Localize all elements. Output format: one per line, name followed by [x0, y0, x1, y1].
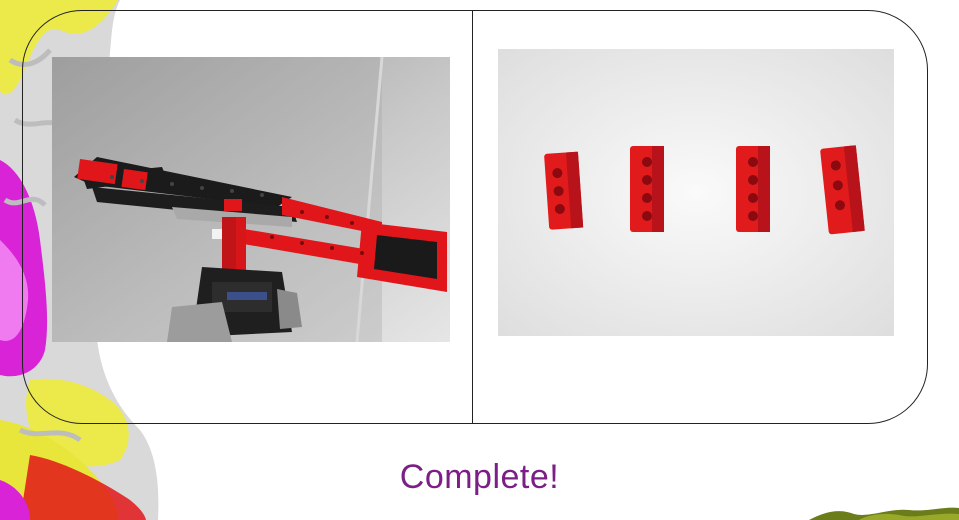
complete-caption: Complete! — [399, 458, 560, 496]
red-technic-bricks-photo — [498, 49, 894, 336]
frame-divider — [472, 10, 473, 424]
decorative-corner-right — [809, 507, 959, 520]
lego-crane-photo — [52, 57, 450, 342]
